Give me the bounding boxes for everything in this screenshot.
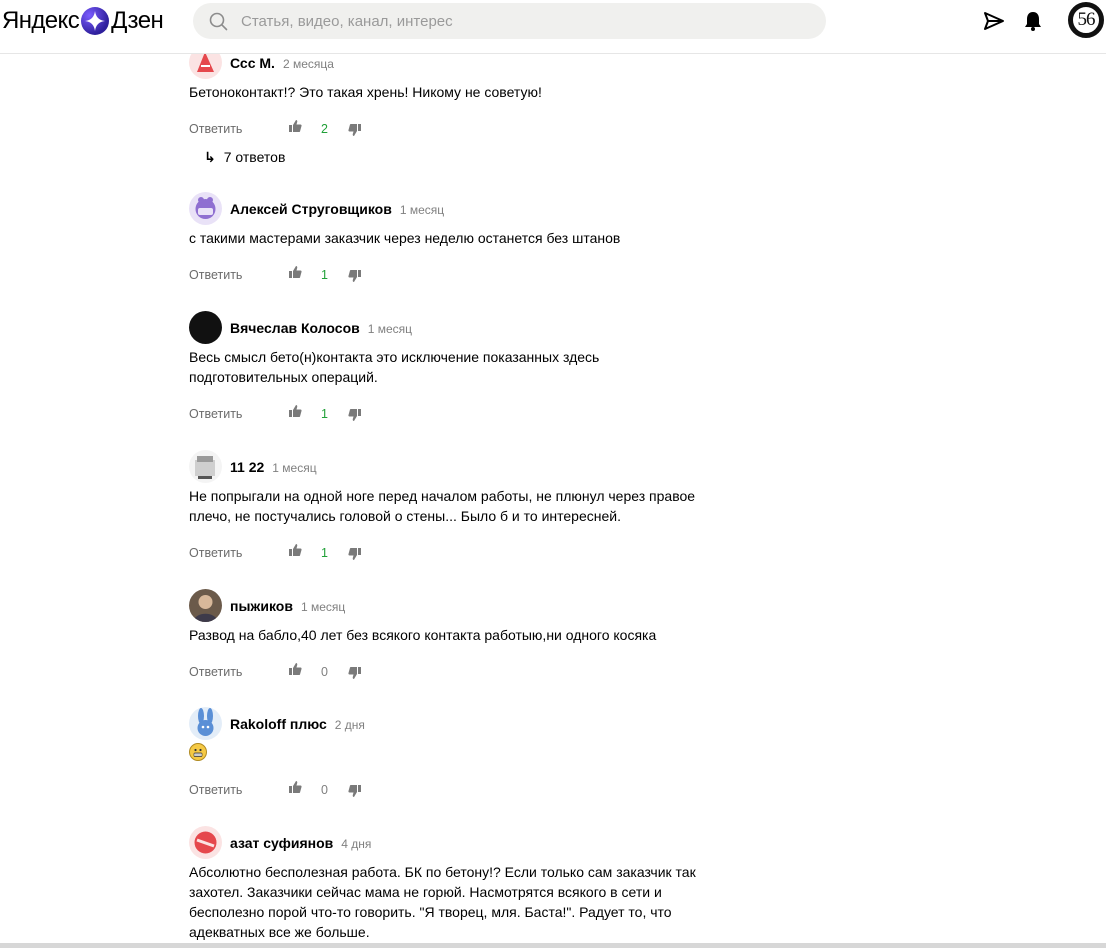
user-avatar[interactable]: 56 — [1068, 2, 1104, 38]
reply-button[interactable]: Ответить — [189, 407, 242, 421]
dzen-logo[interactable]: Яндекс Дзен — [2, 6, 164, 36]
reply-button[interactable]: Ответить — [189, 665, 242, 679]
comment-time: 2 дня — [334, 718, 365, 732]
comment-actions: Ответить 0 — [189, 779, 749, 803]
like-count: 0 — [321, 783, 328, 797]
comment-time: 4 дня — [341, 837, 372, 851]
author-name[interactable]: пыжиков — [230, 598, 293, 614]
thumbs-up-icon[interactable] — [288, 119, 302, 133]
comment-avatar[interactable] — [189, 450, 222, 483]
like-count: 1 — [321, 407, 328, 421]
thumbs-down-icon[interactable] — [348, 269, 362, 283]
thumbs-up-icon[interactable] — [288, 662, 302, 676]
thumbs-up-icon[interactable] — [288, 780, 302, 794]
search-input[interactable] — [241, 3, 811, 39]
comment-avatar[interactable] — [189, 826, 222, 859]
comment-item: Rakoloff плюс 2 дня Ответить 0 — [189, 707, 749, 803]
comment-actions: Ответить 0 — [189, 661, 749, 685]
comment-text: Весь смысл бето(н)контакта это исключени… — [189, 349, 600, 385]
comment-time: 1 месяц — [399, 203, 445, 217]
like-count: 0 — [321, 665, 328, 679]
comment-author[interactable]: Вячеслав Колосов 1 месяц — [230, 320, 412, 336]
thumbs-down-icon[interactable] — [348, 123, 362, 137]
comment-author[interactable]: Ссс М. 2 месяца — [230, 55, 334, 71]
thumbs-down-icon[interactable] — [348, 666, 362, 680]
comment-author[interactable]: 11 22 1 месяц — [230, 459, 317, 475]
author-name[interactable]: Алексей Струговщиков — [230, 201, 392, 217]
comment-text: Абсолютно бесполезная работа. БК по бето… — [189, 864, 696, 940]
comment-actions: Ответить 1 — [189, 264, 749, 288]
comment-item: 11 22 1 месяц Не попрыгали на одной ноге … — [189, 450, 749, 566]
comment-text — [189, 743, 729, 763]
search-bar[interactable] — [193, 3, 826, 39]
author-name[interactable]: Ссс М. — [230, 55, 275, 71]
thumbs-down-icon[interactable] — [348, 547, 362, 561]
comment-author[interactable]: пыжиков 1 месяц — [230, 598, 345, 614]
author-name[interactable]: азат суфиянов — [230, 835, 333, 851]
comment-author[interactable]: Алексей Струговщиков 1 месяц — [230, 201, 444, 217]
reply-arrow-icon: ↳ — [204, 149, 216, 165]
comment-avatar[interactable] — [189, 589, 222, 622]
thumbs-up-icon[interactable] — [288, 543, 302, 557]
thumbs-down-icon[interactable] — [348, 408, 362, 422]
reply-button[interactable]: Ответить — [189, 546, 242, 560]
comment-actions: Ответить 2 — [189, 118, 749, 142]
user-avatar-text: 56 — [1072, 6, 1100, 34]
comment-item: Алексей Струговщиков 1 месяц с такими мас… — [189, 192, 749, 288]
top-header: Яндекс Дзен 56 — [0, 0, 1106, 54]
grimacing-face-emoji-icon — [189, 743, 207, 761]
comment-time: 2 месяца — [282, 57, 334, 71]
comment-text: Не попрыгали на одной ноге перед началом… — [189, 488, 696, 524]
bell-icon[interactable] — [1022, 10, 1044, 32]
comment-text: Развод на бабло,40 лет без всякого конта… — [189, 627, 657, 643]
author-name[interactable]: Вячеслав Колосов — [230, 320, 360, 336]
comment-avatar[interactable] — [189, 192, 222, 225]
page: Яндекс Дзен 56 — [0, 0, 1106, 948]
comment-author[interactable]: азат суфиянов 4 дня — [230, 835, 371, 851]
show-replies-link[interactable]: ↳ 7 ответов — [204, 149, 285, 166]
comment-item: пыжиков 1 месяц Развод на бабло,40 лет бе… — [189, 589, 749, 685]
comment-text: Бетоноконтакт!? Это такая хрень! Никому … — [189, 84, 542, 100]
comment-time: 1 месяц — [367, 322, 413, 336]
author-name[interactable]: Rakoloff плюс — [230, 716, 327, 732]
send-icon[interactable] — [983, 10, 1005, 32]
comment-item: Ссс М. 2 месяца Бетоноконтакт!? Это такая… — [189, 46, 749, 142]
logo-dzen-text: Дзен — [111, 7, 164, 34]
comment-item: азат суфиянов 4 дня Абсолютно бесполезная… — [189, 826, 749, 942]
comment-author[interactable]: Rakoloff плюс 2 дня — [230, 716, 365, 732]
reply-button[interactable]: Ответить — [189, 268, 242, 282]
horizontal-scrollbar[interactable] — [0, 943, 1106, 948]
thumbs-up-icon[interactable] — [288, 404, 302, 418]
reply-button[interactable]: Ответить — [189, 783, 242, 797]
comment-avatar[interactable] — [189, 707, 222, 740]
replies-count: 7 ответов — [223, 149, 286, 165]
comment-time: 1 месяц — [272, 461, 317, 475]
like-count: 2 — [321, 122, 328, 136]
comment-avatar[interactable] — [189, 311, 222, 344]
search-icon — [209, 12, 228, 31]
dzen-star-icon — [81, 7, 110, 35]
logo-yandex-text: Яндекс — [2, 7, 80, 34]
thumbs-up-icon[interactable] — [288, 265, 302, 279]
thumbs-down-icon[interactable] — [348, 784, 362, 798]
comment-time: 1 месяц — [300, 600, 346, 614]
like-count: 1 — [321, 268, 328, 282]
like-count: 1 — [321, 546, 328, 560]
comment-item: Вячеслав Колосов 1 месяц Весь смысл бето(… — [189, 311, 749, 427]
comment-text: с такими мастерами заказчик через неделю… — [189, 230, 621, 246]
author-name[interactable]: 11 22 — [230, 459, 264, 475]
reply-button[interactable]: Ответить — [189, 122, 242, 136]
comment-actions: Ответить 1 — [189, 542, 749, 566]
comment-actions: Ответить 1 — [189, 403, 749, 427]
